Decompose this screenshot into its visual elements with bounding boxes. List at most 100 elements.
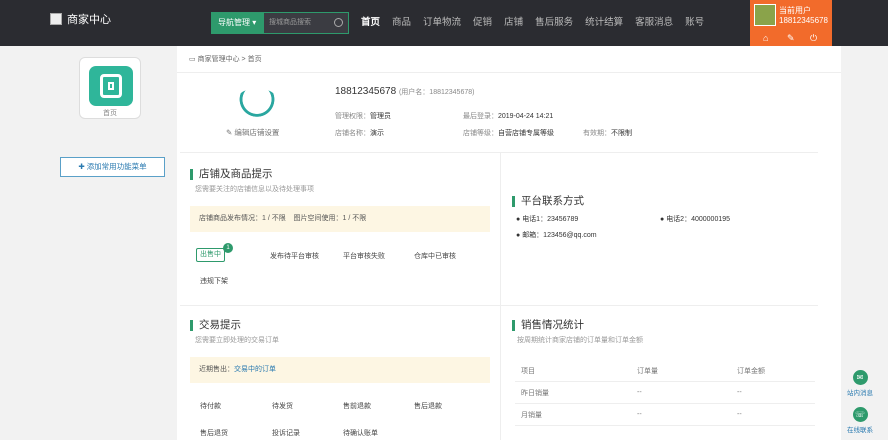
- search-placeholder: 搜城商品搜索: [269, 19, 311, 26]
- chat-icon: ☏: [852, 407, 868, 422]
- trade-complaints[interactable]: 投诉记录: [272, 428, 300, 438]
- link-warehouse[interactable]: 仓库中已审核: [414, 251, 456, 261]
- cell: --: [637, 389, 642, 396]
- menu-goods[interactable]: 商品: [386, 0, 417, 46]
- logo[interactable]: 商家中心: [50, 11, 111, 27]
- trade-title: 交易提示: [190, 320, 241, 331]
- account-line: 18812345678 (用户名：18812345678): [335, 86, 474, 97]
- role-line: 管理权限：管理员: [335, 111, 391, 121]
- trade-subtitle: 您需要立即处理的交易订单: [195, 337, 279, 344]
- edit-shop-link[interactable]: ✎ 编辑店铺设置: [226, 127, 279, 138]
- nav-manage-button[interactable]: 导航管理 ▾: [211, 12, 263, 34]
- divider: [180, 152, 818, 153]
- shop-notice-title: 店铺及商品提示: [190, 169, 273, 180]
- menu-stats[interactable]: 统计结算: [579, 0, 629, 46]
- site-message-label: 站内消息: [847, 390, 873, 397]
- trade-bills[interactable]: 待确认账单: [343, 428, 378, 438]
- user-id: 18812345678: [779, 16, 828, 25]
- recent-orders-link[interactable]: 交易中的订单: [234, 366, 276, 373]
- phone2: ● 电话2：4000000195: [660, 216, 731, 223]
- logout-icon[interactable]: ⏻: [810, 33, 817, 44]
- email-text: 邮箱：123456@qq.com: [522, 232, 597, 239]
- menu-promo[interactable]: 促销: [467, 0, 498, 46]
- add-menu-label: 添加常用功能菜单: [86, 162, 147, 171]
- col-amount: 订单金额: [737, 367, 765, 375]
- logo-image-icon: [50, 13, 62, 25]
- phone1: ● 电话1：23456789: [516, 216, 579, 223]
- cell: --: [737, 389, 742, 396]
- user-panel: 当前用户 18812345678 ⌂ ✎ ⏻: [750, 0, 832, 46]
- sales-title: 销售情况统计: [512, 320, 584, 331]
- breadcrumb-root[interactable]: 商家管理中心: [198, 56, 240, 63]
- cell: --: [637, 411, 642, 418]
- home-glyph-icon: [89, 66, 133, 106]
- shop-value: 演示: [370, 130, 384, 137]
- on-sale-badge: 1: [223, 243, 233, 253]
- level-label: 店铺等级：: [463, 130, 498, 137]
- valid-value: 不限制: [611, 130, 632, 137]
- avatar[interactable]: [754, 4, 776, 26]
- search-input[interactable]: 搜城商品搜索: [263, 12, 349, 34]
- table-row: 昨日销量 -- --: [515, 382, 815, 404]
- shop-avatar: [233, 88, 281, 126]
- search-icon[interactable]: [334, 18, 343, 27]
- online-contact-label: 在线联系: [847, 427, 873, 434]
- user-name: 当前用户: [779, 6, 811, 15]
- publish-status: 店铺商品发布情况：1 / 不限: [199, 215, 286, 222]
- recent-label: 近期售出：: [199, 366, 234, 373]
- wrench-icon[interactable]: ✎: [787, 33, 795, 44]
- link-violation[interactable]: 违规下架: [200, 276, 228, 286]
- link-review-failed[interactable]: 平台审核失败: [343, 251, 385, 261]
- site-message-button[interactable]: ✉ 站内消息: [843, 370, 877, 397]
- add-menu-button[interactable]: ✚ 添加常用功能菜单: [60, 157, 165, 177]
- valid-line: 有效期：不限制: [583, 128, 632, 138]
- shop-notice-subtitle: 您需要关注的店铺信息以及待处理事项: [195, 186, 314, 193]
- table-header: 项目 订单量 订单金额: [515, 360, 815, 382]
- divider: [180, 305, 818, 306]
- menu-account[interactable]: 账号: [679, 0, 710, 46]
- breadcrumb-sep: >: [241, 56, 246, 63]
- cell: 月销量: [521, 411, 542, 419]
- cell: --: [737, 411, 742, 418]
- on-sale-tab[interactable]: 出售中: [196, 248, 225, 262]
- logo-text: 商家中心: [67, 14, 111, 26]
- phone2-text: 电话2：4000000195: [666, 216, 731, 223]
- breadcrumb-current: 首页: [247, 56, 262, 63]
- trade-unshipped[interactable]: 待发货: [272, 401, 293, 411]
- sales-table: 项目 订单量 订单金额 昨日销量 -- -- 月销量 -- --: [515, 360, 815, 426]
- login-label: 最后登录：: [463, 113, 498, 120]
- trade-returns[interactable]: 售后退货: [200, 428, 228, 438]
- space-status: 图片空间使用：1 / 不限: [293, 215, 367, 222]
- menu-orders[interactable]: 订单物流: [417, 0, 467, 46]
- platform-title: 平台联系方式: [512, 196, 584, 207]
- menu-shop[interactable]: 店铺: [498, 0, 529, 46]
- shop-label: 店铺名称：: [335, 130, 370, 137]
- home-icon[interactable]: ⌂: [763, 33, 768, 43]
- col-item: 项目: [521, 367, 535, 375]
- level-value: 自营店铺专属等级: [498, 130, 554, 137]
- trade-post-refund[interactable]: 售后退款: [414, 401, 442, 411]
- menu-home[interactable]: 首页: [355, 0, 386, 46]
- username: (用户名：18812345678): [398, 89, 475, 96]
- home-app-icon[interactable]: 首页: [79, 57, 141, 119]
- menu-service[interactable]: 客服消息: [629, 0, 679, 46]
- phone1-text: 电话1：23456789: [522, 216, 579, 223]
- col-orders: 订单量: [637, 367, 658, 375]
- nav-manage-label: 导航管理: [218, 18, 250, 27]
- main-menu: 首页 商品 订单物流 促销 店铺 售后服务 统计结算 客服消息 账号: [355, 0, 710, 46]
- role-value: 管理员: [370, 113, 391, 120]
- sales-subtitle: 按周期统计商家店铺的订单量和订单金额: [517, 337, 643, 344]
- online-contact-button[interactable]: ☏ 在线联系: [843, 407, 877, 434]
- publish-notice: 店铺商品发布情况：1 / 不限 图片空间使用：1 / 不限: [190, 206, 490, 232]
- trade-pre-refund[interactable]: 售前退款: [343, 401, 371, 411]
- login-value: 2019-04-24 14:21: [498, 113, 554, 120]
- menu-aftersale[interactable]: 售后服务: [529, 0, 579, 46]
- valid-label: 有效期：: [583, 130, 611, 137]
- breadcrumb: ▭ 商家管理中心 > 首页: [177, 46, 841, 73]
- trade-unpaid[interactable]: 待付款: [200, 401, 221, 411]
- monitor-icon: ▭: [189, 56, 196, 63]
- divider: [500, 152, 501, 440]
- link-pending-review[interactable]: 发布待平台审核: [270, 251, 319, 261]
- cell: 昨日销量: [521, 389, 549, 397]
- app-label: 首页: [103, 110, 117, 117]
